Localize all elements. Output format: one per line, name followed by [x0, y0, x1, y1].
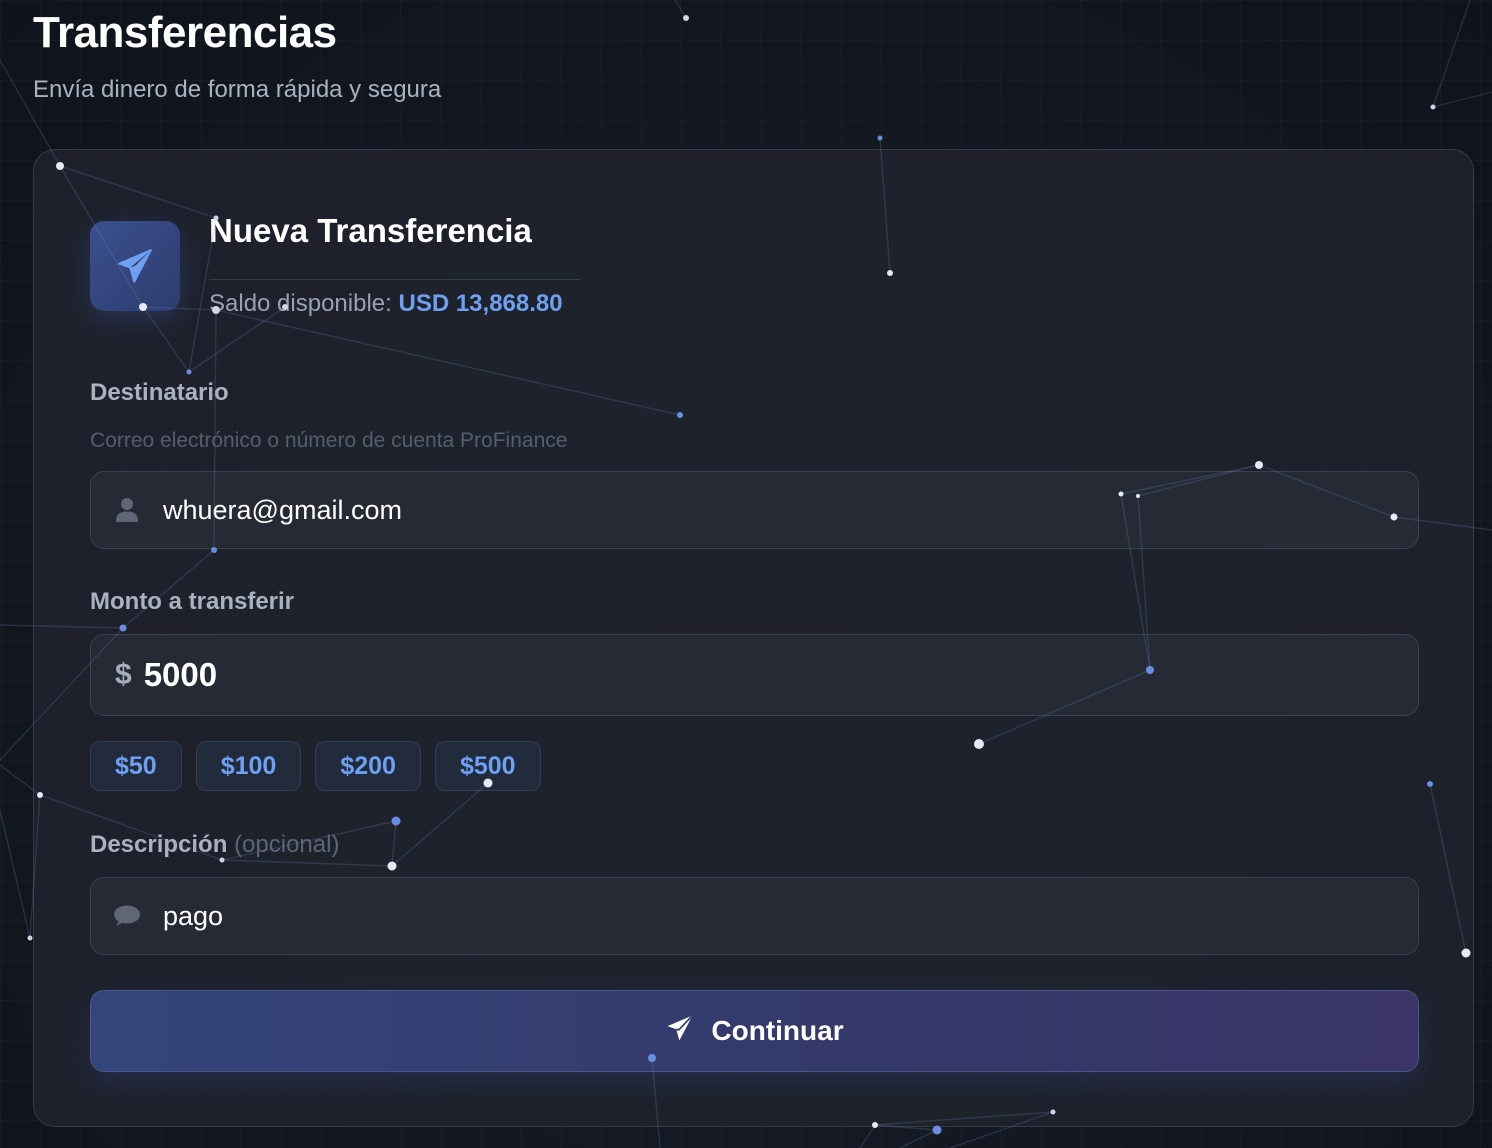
page-title: Transferencias [33, 8, 337, 57]
balance-value: USD 13,868.80 [398, 290, 563, 317]
amount-label: Monto a transferir [90, 588, 295, 615]
description-label: Descripción (opcional) [90, 831, 339, 859]
recipient-hint: Correo electrónico o número de cuenta Pr… [90, 429, 568, 452]
available-balance: Saldo disponible: USD 13,868.80 [209, 290, 563, 318]
description-field[interactable] [90, 877, 1419, 955]
amount-field[interactable]: $ [90, 634, 1419, 716]
quick-amount-50[interactable]: $50 [90, 741, 182, 791]
transfer-page: Transferencias Envía dinero de forma ráp… [0, 0, 1492, 1148]
quick-amounts: $50 $100 $200 $500 [90, 741, 541, 791]
card-title: Nueva Transferencia [209, 212, 532, 249]
card-title-divider [209, 279, 581, 280]
user-icon [91, 497, 163, 523]
paper-plane-icon [665, 1013, 695, 1050]
recipient-field[interactable] [90, 471, 1419, 549]
comment-icon [91, 904, 163, 928]
paper-plane-icon [90, 221, 180, 311]
quick-amount-500[interactable]: $500 [434, 741, 541, 791]
page-header: Transferencias Envía dinero de forma ráp… [33, 8, 441, 104]
currency-symbol: $ [115, 658, 132, 691]
quick-amount-200[interactable]: $200 [315, 741, 421, 791]
continue-label: Continuar [711, 1015, 844, 1046]
balance-label: Saldo disponible: [209, 290, 392, 317]
transfer-card: Nueva Transferencia Saldo disponible: US… [33, 149, 1474, 1127]
optional-label: (opcional) [234, 831, 340, 858]
description-input[interactable] [163, 878, 1418, 954]
recipient-input[interactable] [163, 472, 1418, 548]
page-subtitle: Envía dinero de forma rápida y segura [33, 76, 442, 103]
quick-amount-100[interactable]: $100 [195, 741, 302, 791]
description-label-text: Descripción [90, 831, 228, 858]
amount-input[interactable] [143, 635, 1418, 715]
recipient-label: Destinatario [90, 379, 229, 406]
continue-button[interactable]: Continuar [90, 990, 1419, 1072]
